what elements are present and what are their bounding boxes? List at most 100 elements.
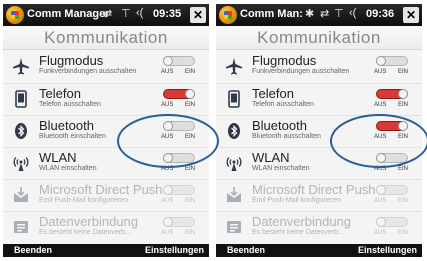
phone-icon (225, 90, 243, 108)
setting-description: Emil Push-Mail konfigurieren (252, 197, 342, 204)
toggle-switch-telefon[interactable] (163, 89, 195, 99)
sync-icon[interactable]: ⇄ (103, 7, 112, 20)
page-title: Kommunikation (257, 28, 381, 47)
toggle-label-on: EIN (185, 230, 196, 236)
setting-name: WLAN (39, 150, 77, 165)
setting-name: Flugmodus (252, 53, 317, 68)
close-button[interactable]: ✕ (403, 7, 419, 23)
setting-row-telefon[interactable]: Telefon Telefon ausschalten AUS EIN (216, 83, 422, 116)
clock-time[interactable]: 09:36 (366, 8, 394, 20)
toggle-label-off: AUS (161, 230, 174, 236)
page-header: Kommunikation (216, 26, 422, 50)
toggle-knob (163, 185, 173, 195)
signal-icon[interactable]: ⊤ (121, 7, 131, 20)
sync-icon[interactable]: ⇄ (320, 7, 329, 20)
setting-name: Datenverbindung (252, 214, 352, 229)
status-bar: Comm Man: ✱ ⇄ ⊤ ‹( 09:36 ✕ (216, 4, 422, 26)
setting-row-datenverbindung: Datenverbindung Es besteht keine Datenver… (216, 211, 422, 244)
setting-description: Funkverbindungen ausschalten (252, 68, 350, 75)
page-title: Kommunikation (44, 28, 168, 47)
setting-description: Es besteht keine Datenverb... (252, 229, 344, 236)
toggle-label-on: EIN (398, 230, 409, 236)
softkey-beenden[interactable]: Beenden (227, 245, 265, 255)
setting-name: Datenverbindung (39, 214, 139, 229)
app-title: Comm Man: (240, 8, 303, 20)
toggle-knob (376, 185, 386, 195)
toggle-label-off: AUS (161, 102, 174, 108)
toggle-knob (163, 56, 173, 66)
setting-name: Bluetooth (39, 118, 94, 133)
setting-row-microsoft-direct-push: Microsoft Direct Push Emil Push-Mail konf… (216, 179, 422, 212)
toggle-label-off: AUS (374, 230, 387, 236)
toggle-switch-flugmodus[interactable] (163, 56, 195, 66)
toggle-knob (398, 89, 408, 99)
toggle-label-on: EIN (185, 166, 196, 172)
toggle-label-on: EIN (398, 198, 409, 204)
toggle-switch-datenverbindung (163, 217, 195, 227)
signal-icon[interactable]: ⊤ (334, 7, 344, 20)
setting-description: Bluetooth einschalten (39, 133, 106, 140)
toggle-knob (163, 217, 173, 227)
toggle-label-off: AUS (374, 102, 387, 108)
toggle-switch-datenverbindung (376, 217, 408, 227)
softkey-bar: Beenden Einstellungen (216, 244, 422, 257)
mail-icon (12, 186, 30, 204)
setting-row-flugmodus[interactable]: Flugmodus Funkverbindungen ausschalten AUS… (216, 51, 422, 83)
setting-description: WLAN einschalten (252, 165, 310, 172)
toggle-knob (376, 56, 386, 66)
setting-description: Bluetooth ausschalten (252, 133, 321, 140)
softkey-einstellungen[interactable]: Einstellungen (358, 245, 417, 255)
setting-row-flugmodus[interactable]: Flugmodus Funkverbindungen ausschalten AUS… (3, 51, 209, 83)
setting-name: Bluetooth (252, 118, 307, 133)
setting-description: Telefon ausschalten (39, 101, 101, 108)
toggle-label-on: EIN (185, 69, 196, 75)
airplane-icon (225, 57, 243, 75)
toggle-label-off: AUS (161, 198, 174, 204)
setting-description: Funkverbindungen ausschalten (39, 68, 137, 75)
data-icon (12, 218, 30, 236)
setting-description: Telefon ausschalten (252, 101, 314, 108)
app-title: Comm Manager (27, 8, 110, 20)
setting-name: Microsoft Direct Push (39, 182, 163, 197)
toggle-switch-telefon[interactable] (376, 89, 408, 99)
bluetooth-highlight-ellipse (330, 114, 427, 168)
toggle-knob (376, 217, 386, 227)
speaker-icon[interactable]: ‹( (349, 7, 356, 19)
setting-row-microsoft-direct-push: Microsoft Direct Push Emil Push-Mail konf… (3, 179, 209, 212)
status-bar: Comm Manager ⇄ ⊤ ‹( 09:35 ✕ (3, 4, 209, 26)
toggle-label-on: EIN (398, 69, 409, 75)
setting-row-telefon[interactable]: Telefon Telefon ausschalten AUS EIN (3, 83, 209, 116)
setting-name: Telefon (39, 86, 81, 101)
toggle-label-on: EIN (185, 102, 196, 108)
toggle-switch-flugmodus[interactable] (376, 56, 408, 66)
setting-name: Microsoft Direct Push (252, 182, 376, 197)
bluetooth-status-icon[interactable]: ✱ (305, 7, 314, 20)
setting-description: WLAN einschalten (39, 165, 97, 172)
toggle-label-off: AUS (374, 69, 387, 75)
bluetooth-highlight-ellipse (117, 114, 219, 168)
windows-start-icon[interactable] (6, 6, 24, 24)
setting-description: Emil Push-Mail konfigurieren (39, 197, 129, 204)
page-header: Kommunikation (3, 26, 209, 50)
speaker-icon[interactable]: ‹( (136, 7, 143, 19)
toggle-knob (185, 89, 195, 99)
toggle-label-off: AUS (161, 69, 174, 75)
toggle-label-on: EIN (398, 102, 409, 108)
airplane-icon (12, 57, 30, 75)
softkey-einstellungen[interactable]: Einstellungen (145, 245, 204, 255)
toggle-switch-microsoft-direct-push (163, 185, 195, 195)
setting-name: Flugmodus (39, 53, 104, 68)
setting-row-datenverbindung: Datenverbindung Es besteht keine Datenver… (3, 211, 209, 244)
toggle-switch-microsoft-direct-push (376, 185, 408, 195)
data-icon (225, 218, 243, 236)
clock-time[interactable]: 09:35 (153, 8, 181, 20)
mail-icon (225, 186, 243, 204)
setting-description: Es besteht keine Datenverb... (39, 229, 131, 236)
phone-icon (12, 90, 30, 108)
softkey-beenden[interactable]: Beenden (14, 245, 52, 255)
toggle-label-on: EIN (398, 166, 409, 172)
windows-start-icon[interactable] (219, 6, 237, 24)
softkey-bar: Beenden Einstellungen (3, 244, 209, 257)
close-button[interactable]: ✕ (190, 7, 206, 23)
toggle-label-on: EIN (185, 198, 196, 204)
